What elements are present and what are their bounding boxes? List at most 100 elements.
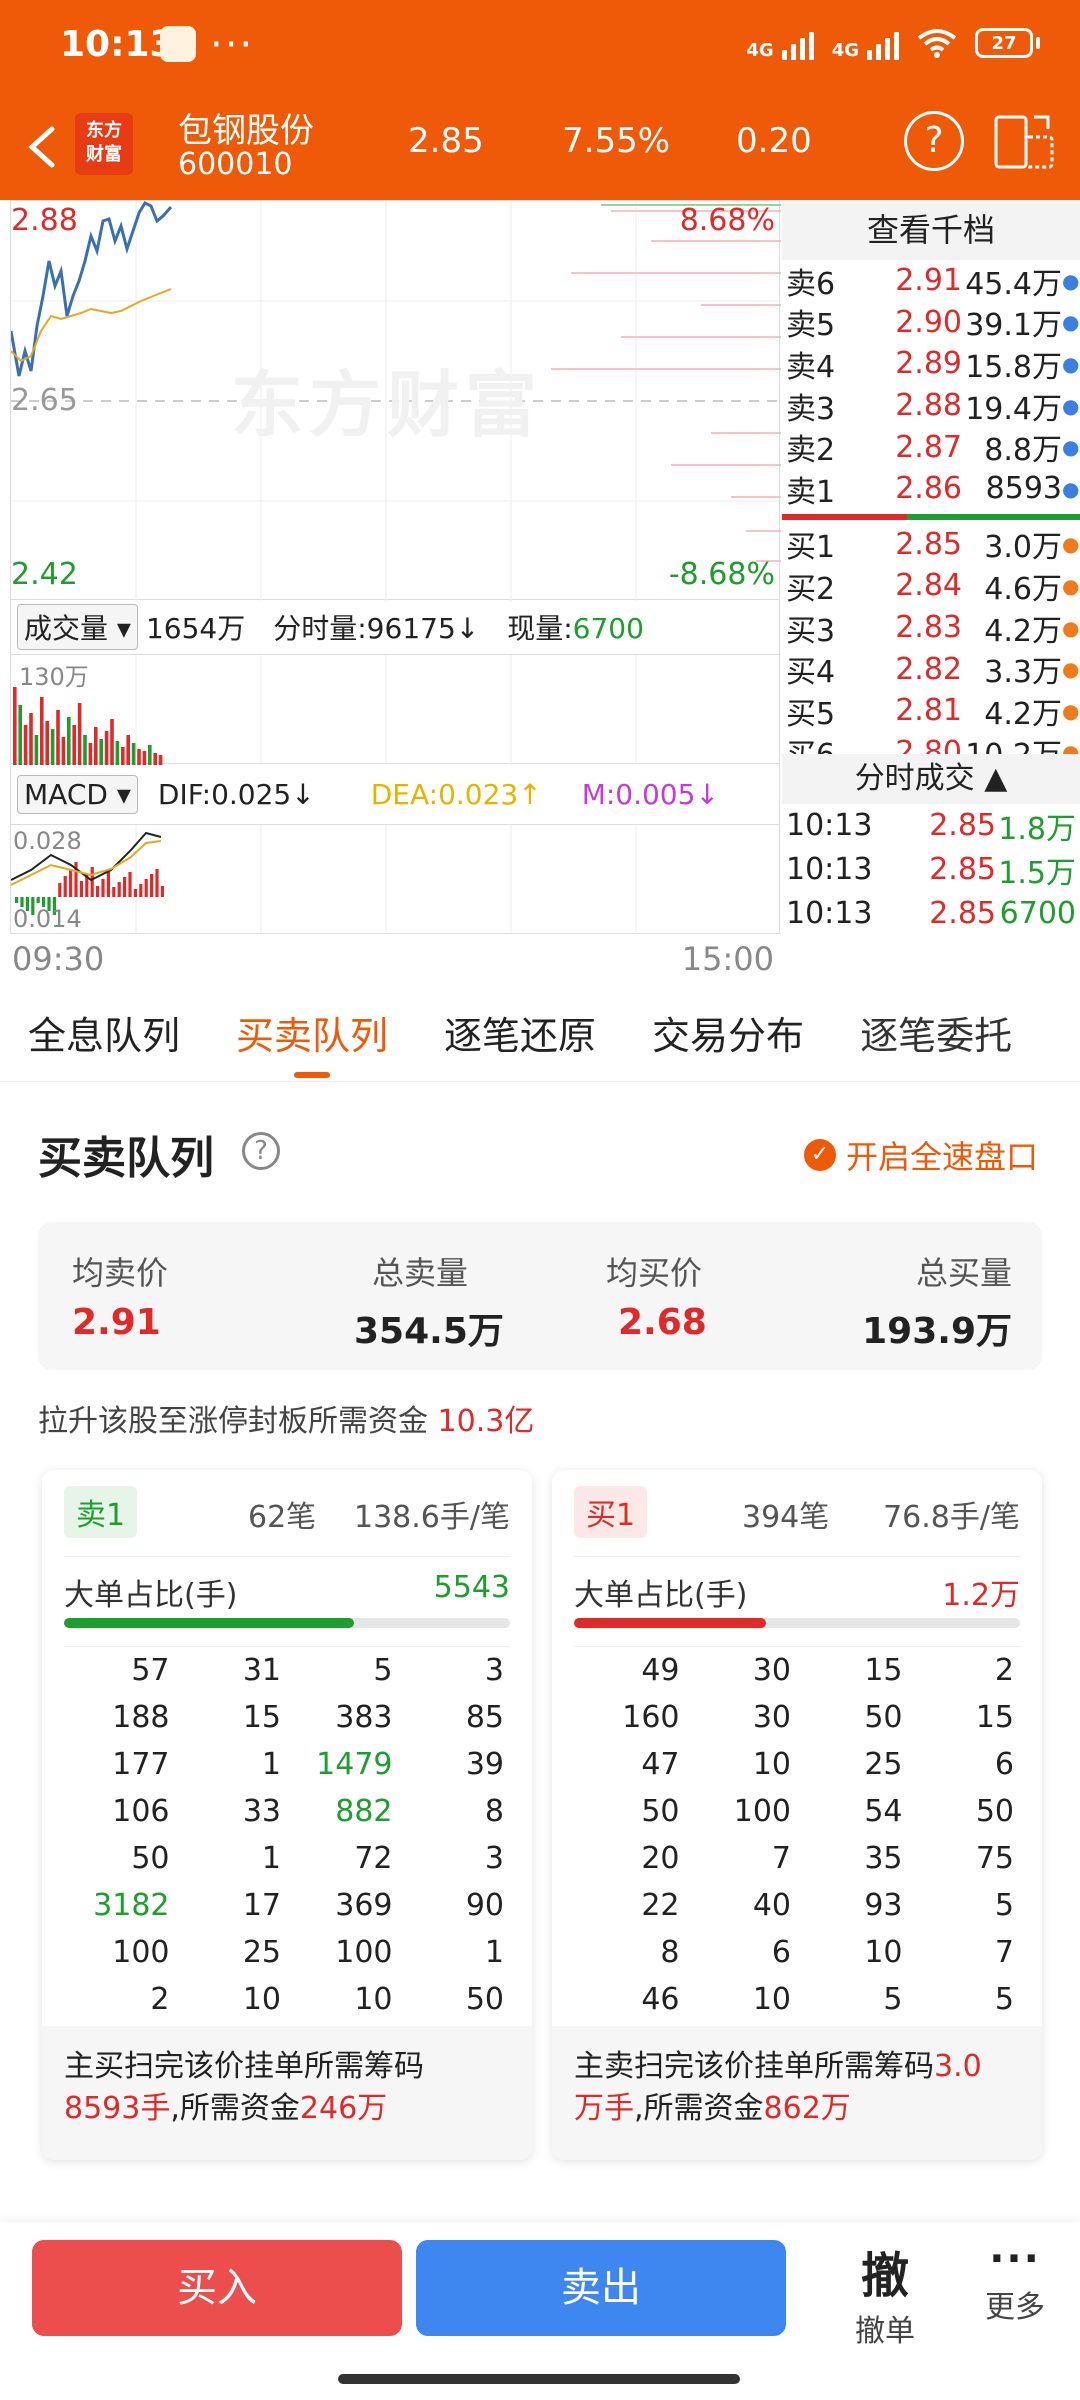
- sell-level-row[interactable]: 卖4 2.89 15.8万 ●: [782, 343, 1080, 384]
- back-arrow-icon[interactable]: [22, 123, 62, 171]
- volume-scale-label: 130万: [19, 663, 89, 691]
- sell-button[interactable]: 卖出: [416, 2240, 786, 2336]
- stock-name: 包钢股份: [178, 111, 314, 151]
- buy1-queue-card[interactable]: 买1 394笔 76.8手/笔 大单占比(手) 1.2万 49 30 15 2 160 3…: [552, 1470, 1042, 2160]
- order-cell: 50: [975, 1794, 1014, 1829]
- sell1-ratio-label: 大单占比(手): [64, 1578, 238, 1613]
- sell1-count: 62笔: [248, 1500, 317, 1535]
- trade-price: 2.85: [929, 852, 996, 888]
- macd-indicator-select[interactable]: MACD ▾: [17, 774, 138, 814]
- buy-level-row[interactable]: 买5 2.81 4.2万 ●: [782, 690, 1080, 732]
- level-label: 买5: [786, 696, 836, 732]
- buy-order-row: 47 10 25 6: [574, 1741, 1020, 1788]
- tab-bid-ask-queue[interactable]: 买卖队列: [208, 990, 416, 1081]
- order-cell: 54: [864, 1794, 903, 1829]
- app-logo: 东方 财富: [75, 113, 133, 175]
- level-volume: 4.2万: [984, 613, 1062, 649]
- volume-bar: [29, 713, 33, 765]
- volume-bar: [67, 717, 71, 765]
- trades-toggle[interactable]: 分时成交 ▲: [782, 753, 1080, 804]
- macd-chart[interactable]: 0.028 0.014: [10, 824, 780, 935]
- tab-tick-orders[interactable]: 逐笔委托: [832, 990, 1040, 1081]
- level-price: 2.80: [895, 734, 962, 754]
- order-cell: 39: [465, 1747, 504, 1782]
- trade-row: 10:13 2.85 1.5万: [782, 848, 1080, 892]
- wifi-icon: [917, 29, 957, 58]
- question-icon[interactable]: ?: [242, 1132, 280, 1170]
- rotate-screen-icon[interactable]: [992, 111, 1056, 171]
- order-cell: 177: [112, 1747, 170, 1782]
- tab-full-queue[interactable]: 全息队列: [0, 990, 208, 1081]
- sell-level-row[interactable]: 卖6 2.91 45.4万 ●: [782, 260, 1080, 301]
- order-cell: 90: [465, 1888, 504, 1923]
- order-cell: 100: [112, 1935, 170, 1970]
- sell-level-row[interactable]: 卖5 2.90 39.1万 ●: [782, 302, 1080, 343]
- macd-bar: [128, 872, 132, 897]
- macd-bar: [63, 876, 67, 897]
- header-change: 0.20: [736, 121, 812, 161]
- volume-chart[interactable]: 130万: [10, 654, 780, 765]
- more-button[interactable]: ··· 更多: [955, 2236, 1075, 2326]
- volume-indicator-select[interactable]: 成交量 ▾: [17, 604, 138, 650]
- trade-price: 2.85: [929, 896, 996, 932]
- sell-level-row[interactable]: 卖2 2.87 8.8万 ●: [782, 426, 1080, 468]
- macd-bar: [123, 877, 127, 897]
- level-label: 卖2: [786, 433, 836, 468]
- enable-fast-quote-link[interactable]: ✓ 开启全速盘口: [803, 1132, 1038, 1178]
- intraday-chart[interactable]: 东方财富 2.88 2.65 2.42 8.68% -8.68% 成交量 ▾ 1…: [0, 200, 781, 990]
- order-cell: 8: [484, 1794, 504, 1829]
- app-notification-icon: [160, 26, 196, 62]
- stock-header: 东方 财富 包钢股份 600010 2.85 7.55% 0.20 ?: [0, 95, 1080, 200]
- order-cell: 100: [335, 1935, 393, 1970]
- view-depth-button[interactable]: 查看千档: [782, 200, 1080, 260]
- price-high-label: 2.88: [11, 203, 78, 238]
- level-dot-icon: ●: [1062, 657, 1080, 682]
- sell-order-row: 3182 17 369 90: [64, 1882, 510, 1929]
- sell-level-row[interactable]: 卖3 2.88 19.4万 ●: [782, 385, 1080, 426]
- buy-level-row[interactable]: 买3 2.83 4.2万 ●: [782, 607, 1080, 649]
- sell-order-row: 188 15 383 85: [64, 1694, 510, 1741]
- order-cell: 15: [975, 1700, 1014, 1735]
- volume-bar: [115, 741, 120, 765]
- volume-bar: [148, 745, 152, 765]
- volume-bar: [110, 719, 114, 765]
- time-start: 09:30: [12, 940, 105, 978]
- level-dot-icon: ●: [1062, 615, 1080, 640]
- order-cell: 17: [242, 1888, 281, 1923]
- level-volume: 4.2万: [984, 696, 1062, 732]
- buy-level-row[interactable]: 买2 2.84 4.6万 ●: [782, 565, 1080, 606]
- queue-summary: 均卖价 2.91 总卖量 354.5万 均买价 2.68 总买量 193.9万: [38, 1222, 1042, 1370]
- tab-trade-distribution[interactable]: 交易分布: [624, 990, 832, 1081]
- buy-level-row[interactable]: 买4 2.82 3.3万 ●: [782, 648, 1080, 690]
- status-more-icon: ···: [210, 22, 255, 68]
- macd-bar: [133, 889, 137, 897]
- level-label: 卖1: [786, 474, 836, 510]
- total-buy-value: 193.9万: [862, 1311, 1012, 1352]
- volume-bar: [50, 729, 55, 765]
- status-icons: 4G 4G 27: [746, 26, 1040, 60]
- buy-button[interactable]: 买入: [32, 2240, 402, 2336]
- volume-bar: [77, 703, 82, 765]
- price-chart[interactable]: 东方财富 2.88 2.65 2.42 8.68% -8.68%: [10, 200, 781, 601]
- macd-bar: [101, 879, 105, 897]
- order-cell: 6: [994, 1747, 1014, 1782]
- buy-level-row[interactable]: 买1 2.85 3.0万 ●: [782, 524, 1080, 566]
- order-cell: 35: [864, 1841, 903, 1876]
- buy-order-row: 22 40 93 5: [574, 1882, 1020, 1929]
- order-cell: 15: [242, 1700, 281, 1735]
- macd-dif: DIF:0.025↓: [157, 777, 315, 811]
- help-icon[interactable]: ?: [904, 111, 964, 171]
- tab-tick-replay[interactable]: 逐笔还原: [416, 990, 624, 1081]
- buy-level-row[interactable]: 买6 2.8010.2万●: [782, 732, 1080, 754]
- macd-bar: [90, 867, 94, 897]
- buy1-count: 394笔: [742, 1500, 830, 1535]
- level-volume: 3.0万: [984, 530, 1062, 566]
- macd-bar: [160, 886, 164, 897]
- order-book: 查看千档 卖6 2.91 45.4万 ● 卖5 2.90 39.1万 ● 卖4 2.89 15.8万…: [782, 200, 1080, 990]
- buy1-ratio-value: 1.2万: [942, 1578, 1020, 1613]
- sell-level-row[interactable]: 卖1 2.86 8593 ●: [782, 468, 1080, 510]
- order-cell: 47: [641, 1747, 680, 1782]
- cancel-order-button[interactable]: 撤 撤单: [820, 2236, 950, 2350]
- order-cell: 6: [771, 1935, 791, 1970]
- sell1-queue-card[interactable]: 卖1 62笔 138.6手/笔 大单占比(手) 5543 57 31 5 3 188 15…: [42, 1470, 532, 2160]
